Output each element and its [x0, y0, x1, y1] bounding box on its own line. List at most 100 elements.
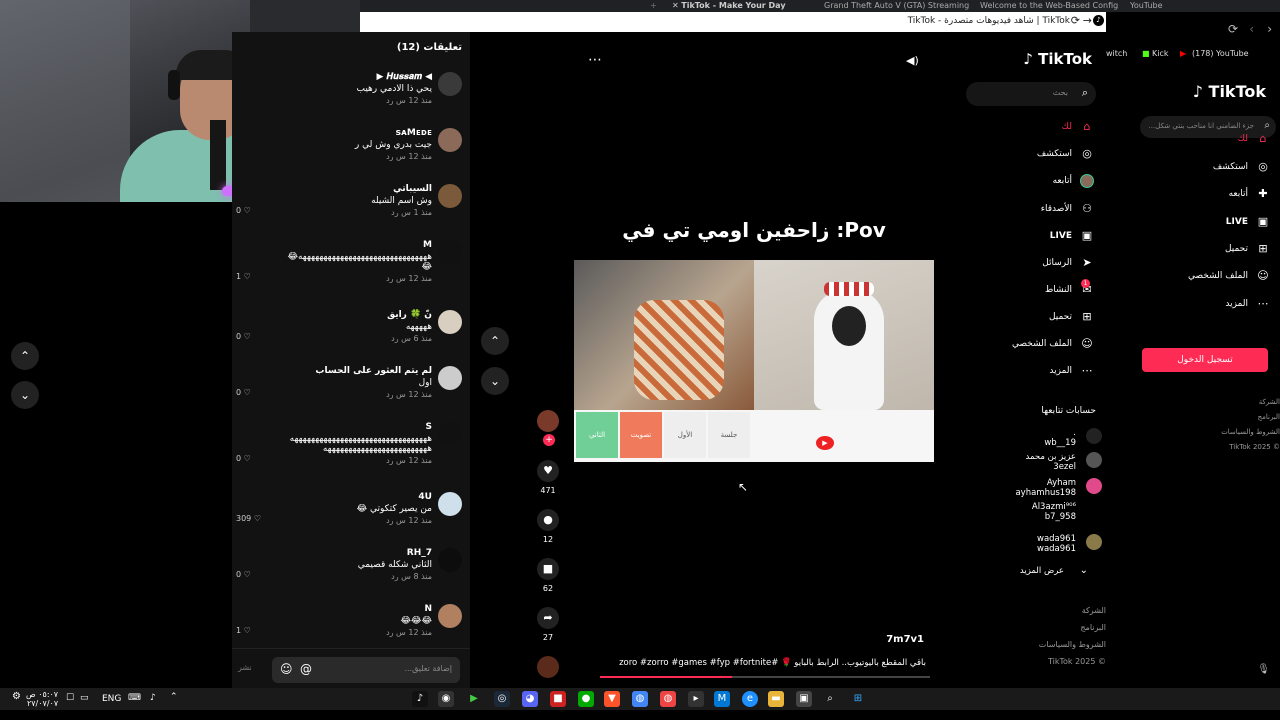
comment-like[interactable]: 309 ♡ [236, 514, 261, 523]
comment-author[interactable]: لم يتم العثور على الحساب [315, 366, 432, 376]
music-disc-button[interactable] [536, 656, 560, 682]
brave-icon[interactable]: ▼ [604, 691, 620, 707]
comment-author[interactable]: نّ 🍀 رايق [387, 310, 432, 320]
comment-avatar[interactable] [438, 366, 462, 390]
bg-nav-item-5[interactable]: ☺ الملف الشخصي [1188, 269, 1270, 283]
following-item[interactable]: . wb__19 [1044, 428, 1102, 448]
screen-icon[interactable]: ▭ [80, 693, 89, 703]
more-options-icon[interactable]: ⋯ [588, 52, 602, 68]
nav-item-9[interactable]: ⋯ المزيد [1049, 364, 1094, 378]
store-icon[interactable]: M [714, 691, 730, 707]
bookmark-twitch[interactable]: witch [1106, 49, 1127, 58]
see-more-link[interactable]: عرض المزيد [1020, 566, 1064, 576]
mic-icon[interactable]: 🎙 [1257, 664, 1270, 675]
comment-avatar[interactable] [438, 72, 462, 96]
recorder-icon[interactable]: ■ [550, 691, 566, 707]
tiktok-app-icon[interactable]: ♪ [412, 691, 428, 707]
windows-start-icon[interactable]: ⊞ [850, 691, 866, 707]
next-video-button[interactable]: ⌄ [481, 367, 509, 395]
comment-author[interactable]: S [426, 422, 432, 432]
reply-link[interactable]: رد [386, 152, 393, 161]
video-progress-bar[interactable] [600, 676, 930, 678]
comment-like[interactable]: 0 ♡ [236, 454, 251, 463]
nav-item-4[interactable]: ▣ LIVE [1050, 229, 1094, 243]
discord-icon[interactable]: ◕ [522, 691, 538, 707]
tab-tiktok[interactable]: ✕ TikTok - Make Your Day [672, 1, 786, 10]
comment-like[interactable]: 1 ♡ [236, 626, 251, 635]
tab-gta[interactable]: Grand Theft Auto V (GTA) Streaming [824, 1, 969, 10]
share-button[interactable]: ➦ 27 [536, 607, 560, 642]
emoji-icon[interactable]: ☺ [280, 662, 293, 676]
video-frame[interactable]: الثاني تصويت الأول جلسة ▶ [574, 260, 934, 462]
following-item[interactable]: wada961 wada961 [1037, 534, 1102, 554]
comment-author[interactable]: M [423, 240, 432, 250]
comment-button[interactable]: ● 12 [536, 509, 560, 544]
scroll-up-button[interactable]: ⌃ [11, 342, 39, 370]
author-avatar-button[interactable] [536, 410, 560, 436]
nav-item-3[interactable]: ⚇ الأصدقاء [1041, 202, 1094, 216]
reply-link[interactable]: رد [391, 208, 398, 217]
browser-icon[interactable]: ◍ [660, 691, 676, 707]
like-button[interactable]: ♥ 471 [536, 460, 560, 495]
tab-youtube[interactable]: YouTube [1130, 1, 1163, 10]
gear-icon[interactable]: ⚙ [12, 691, 21, 702]
save-button[interactable]: ■ 62 [536, 558, 560, 593]
tray-chevron-icon[interactable]: ⌃ [170, 692, 178, 702]
bg-nav-item-6[interactable]: ⋯ المزيد [1225, 297, 1270, 311]
volume-icon[interactable]: ◀) [906, 54, 919, 67]
keyboard-icon[interactable]: ⌨ [128, 693, 141, 703]
comment-avatar[interactable] [438, 240, 462, 264]
tiktok-logo[interactable]: ♪ TikTok [1023, 50, 1092, 68]
reload-icon[interactable]: ⟳ [1071, 14, 1080, 27]
footer-link[interactable]: الشروط والسياسات [1039, 640, 1106, 649]
reply-link[interactable]: رد [386, 516, 393, 525]
bg-tiktok-logo[interactable]: ♪ TikTok [1193, 82, 1266, 101]
search-icon[interactable]: ⌕ [1082, 86, 1088, 100]
mention-icon[interactable]: @ [300, 662, 312, 676]
nav-item-5[interactable]: ➤ الرسائل [1042, 256, 1094, 270]
bg-nav-item-4[interactable]: ⊞ تحميل [1225, 242, 1270, 256]
comment-avatar[interactable] [438, 184, 462, 208]
prev-video-button[interactable]: ⌃ [481, 327, 509, 355]
post-button[interactable]: نشر [238, 663, 252, 672]
footer-link[interactable]: الشركة [1082, 606, 1106, 615]
new-tab-icon[interactable]: + [650, 1, 657, 10]
comment-like[interactable]: 0 ♡ [236, 332, 251, 341]
bg-nav-item-0[interactable]: ⌂ لك [1238, 132, 1270, 146]
play-app-icon[interactable]: ▶ [466, 691, 482, 707]
folder-icon[interactable]: ▬ [768, 691, 784, 707]
comment-avatar[interactable] [438, 548, 462, 572]
comment-like[interactable]: 1 ♡ [236, 272, 251, 281]
reply-link[interactable]: رد [386, 96, 393, 105]
comment-input[interactable]: إضافة تعليق... ☺ @ [272, 657, 460, 683]
bookmark-kick[interactable]: Kick [1152, 49, 1169, 58]
tab-config[interactable]: Welcome to the Web-Based Config [980, 1, 1118, 10]
comment-like[interactable]: 0 ♡ [236, 206, 251, 215]
bg-nav-item-1[interactable]: ◎ استكشف [1213, 160, 1270, 174]
taskview-icon[interactable]: ▣ [796, 691, 812, 707]
following-item[interactable]: Al3azmi⁹⁰⁶ b7_958 [1032, 502, 1102, 522]
bg-footer-link[interactable]: البرنامج [1258, 413, 1280, 421]
nav-item-8[interactable]: ☺ الملف الشخصي [1012, 337, 1094, 351]
scroll-down-button[interactable]: ⌄ [11, 381, 39, 409]
following-item[interactable]: عزيز بن محمد 3ezel [1026, 452, 1102, 472]
steam-icon[interactable]: ◎ [494, 691, 510, 707]
clock[interactable]: ٠٥:٠٧ ص ٢٧/٠٧/٠٧ [26, 690, 58, 708]
nav-item-1[interactable]: ◎ استكشف [1037, 147, 1094, 161]
reload-icon[interactable]: ⟳ [1228, 22, 1238, 36]
comment-avatar[interactable] [438, 128, 462, 152]
nav-item-2[interactable]: أتابعه [1053, 174, 1094, 188]
language-indicator[interactable]: ENG [102, 694, 121, 704]
follow-plus-icon[interactable]: + [543, 434, 555, 446]
video-author[interactable]: 7m7v1 [886, 634, 924, 645]
comment-author[interactable]: RH_7 [407, 548, 432, 558]
forward-icon[interactable]: → [1083, 14, 1092, 27]
mic-icon[interactable]: ♪ [150, 693, 156, 703]
forward-icon[interactable]: › [1267, 22, 1272, 36]
reply-link[interactable]: رد [391, 572, 398, 581]
chevron-down-icon[interactable]: ⌄ [1080, 565, 1088, 576]
comment-author[interactable]: 4U [418, 492, 432, 502]
bg-nav-item-2[interactable]: ✚ أتابعه [1229, 187, 1270, 201]
comment-avatar[interactable] [438, 604, 462, 628]
obs-icon[interactable]: ◉ [438, 691, 454, 707]
